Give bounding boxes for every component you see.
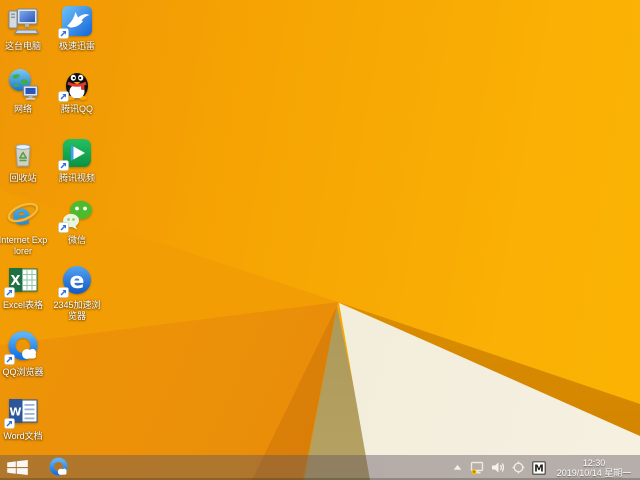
- shortcut-arrow-icon: [4, 418, 15, 429]
- desktop-icon-tencent-qq[interactable]: 腾讯QQ: [52, 67, 102, 115]
- shortcut-arrow-icon: [58, 222, 69, 233]
- svg-text:W: W: [9, 406, 21, 419]
- icon-label: 微信: [67, 235, 86, 245]
- windows-logo-icon: [6, 460, 28, 475]
- ime-letter: M: [534, 463, 543, 474]
- desktop-icon-excel[interactable]: X Excel表格: [0, 263, 48, 311]
- desktop-icon-this-pc[interactable]: 这台电脑: [0, 4, 48, 52]
- icon-label: Internet Explorer: [0, 235, 48, 256]
- icon-label: Excel表格: [2, 300, 43, 310]
- shortcut-arrow-icon: [58, 28, 69, 39]
- icon-label: 回收站: [9, 173, 37, 183]
- desktop-icon-wechat[interactable]: 微信: [52, 198, 102, 246]
- desktop-icon-word[interactable]: W Word文档: [0, 394, 48, 442]
- ime-indicator-icon: M: [532, 460, 546, 475]
- icon-label: 腾讯QQ: [60, 104, 93, 114]
- hidden-icons-chevron-icon: [453, 464, 462, 470]
- desktop-icon-tencent-video[interactable]: 腾讯视频: [52, 136, 102, 184]
- icon-label: 极速迅雷: [58, 41, 95, 51]
- computer-icon: [8, 8, 39, 34]
- shortcut-arrow-icon: [4, 287, 15, 298]
- desktop-icon-internet-explorer[interactable]: e Internet Explorer: [0, 198, 48, 257]
- icon-label: 网络: [13, 104, 32, 114]
- tray-security-warning[interactable]: [469, 461, 484, 475]
- taskbar-app-qq-browser[interactable]: [40, 455, 76, 480]
- shortcut-arrow-icon: [58, 160, 69, 171]
- start-button[interactable]: [0, 455, 34, 480]
- action-center-icon: [512, 461, 525, 474]
- desktop-icon-qq-browser[interactable]: QQ浏览器: [0, 330, 48, 378]
- desktop-screen: 这台电脑 极速迅雷 网络 腾讯QQ 回收站 腾讯视频 e Internet Ex…: [0, 0, 640, 480]
- volume-icon: [492, 462, 505, 473]
- icon-label: Word文档: [3, 431, 43, 441]
- desktop-icon-recycle-bin[interactable]: 回收站: [0, 136, 48, 184]
- desktop-icon-thunder[interactable]: 极速迅雷: [52, 4, 102, 52]
- system-tray: M 12:30 2019/10/14 星期一: [453, 458, 640, 478]
- qq-browser-icon: [49, 457, 67, 476]
- desktop-icon-network[interactable]: 网络: [0, 67, 48, 115]
- shortcut-arrow-icon: [58, 91, 69, 102]
- icon-label: QQ浏览器: [2, 367, 44, 377]
- tray-volume[interactable]: [491, 461, 505, 474]
- taskbar-clock[interactable]: 12:30 2019/10/14 星期一: [553, 458, 635, 478]
- icon-label: 这台电脑: [4, 41, 41, 51]
- clock-date: 2019/10/14 星期一: [556, 467, 632, 478]
- icon-label: 2345加速浏览器: [53, 300, 101, 321]
- shortcut-arrow-icon: [4, 354, 15, 365]
- svg-text:e: e: [70, 269, 85, 294]
- shortcut-arrow-icon: [58, 287, 69, 298]
- desktop-icon-2345-browser[interactable]: e 2345加速浏览器: [52, 263, 102, 322]
- recycle-bin-icon: [15, 144, 31, 167]
- clock-time: 12:30: [582, 457, 606, 468]
- icon-label: 腾讯视频: [58, 173, 95, 183]
- show-hidden-icons-button[interactable]: [453, 464, 462, 471]
- tray-ime-indicator[interactable]: M: [532, 460, 546, 475]
- tray-action-center[interactable]: [512, 461, 525, 474]
- taskbar: M 12:30 2019/10/14 星期一: [0, 455, 640, 480]
- security-warning-icon: [470, 461, 484, 474]
- network-globe-icon: [9, 69, 38, 100]
- internet-explorer-icon: e: [7, 198, 39, 231]
